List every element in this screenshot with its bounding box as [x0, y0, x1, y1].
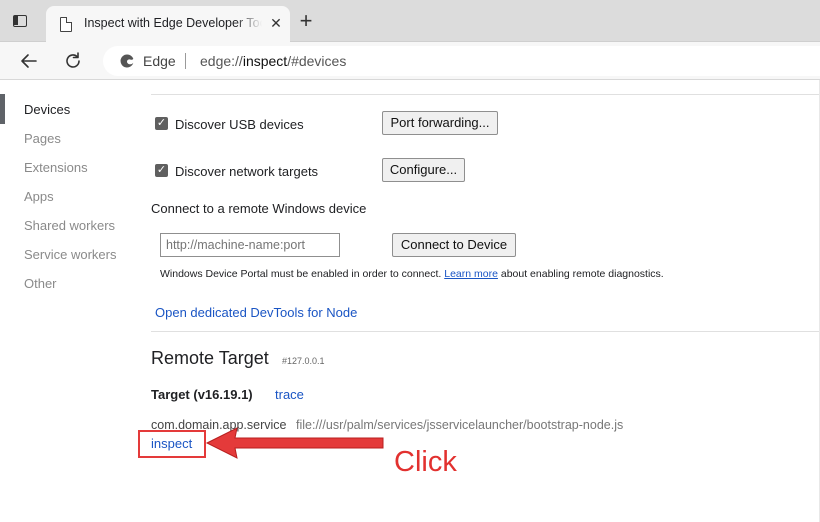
- usb-label: Discover USB devices: [175, 117, 304, 132]
- usb-checkbox[interactable]: ✓: [155, 117, 168, 130]
- site-label: Edge: [143, 53, 176, 69]
- node-devtools-link[interactable]: Open dedicated DevTools for Node: [155, 305, 357, 320]
- notice-text-tail: about enabling remote diagnostics.: [500, 268, 664, 280]
- network-checkbox[interactable]: ✓: [155, 164, 168, 177]
- inspect-page: Devices Pages Extensions Apps Shared wor…: [0, 80, 820, 522]
- sidebar: Devices Pages Extensions Apps Shared wor…: [0, 80, 140, 522]
- remote-target-address: #127.0.0.1: [282, 356, 325, 366]
- plus-icon[interactable]: +: [296, 10, 316, 32]
- address-separator: [185, 53, 186, 69]
- notice-text: Windows Device Portal must be enabled in…: [160, 268, 442, 280]
- red-arrow-icon: [205, 427, 384, 459]
- back-arrow-icon[interactable]: [18, 50, 40, 72]
- highlight-box: [138, 430, 206, 458]
- sidebar-item-shared-workers[interactable]: Shared workers: [24, 218, 115, 233]
- divider: [151, 94, 820, 95]
- url-path: /#devices: [287, 53, 347, 69]
- divider: [151, 331, 820, 332]
- close-icon[interactable]: ✕: [268, 15, 284, 31]
- sidebar-item-devices[interactable]: Devices: [24, 102, 70, 117]
- network-label: Discover network targets: [175, 164, 319, 179]
- address-bar[interactable]: Edge edge://inspect/#devices: [103, 46, 820, 76]
- remote-windows-heading: Connect to a remote Windows device: [151, 201, 367, 216]
- tab-actions-icon[interactable]: [11, 12, 29, 30]
- browser-toolbar: Edge edge://inspect/#devices: [0, 42, 820, 80]
- configure-button[interactable]: Configure...: [382, 158, 465, 182]
- sidebar-item-other[interactable]: Other: [24, 276, 57, 291]
- remote-target-title: Remote Target: [151, 348, 269, 368]
- url-host: inspect: [242, 53, 288, 69]
- click-annotation: Click: [394, 446, 457, 478]
- url-scheme: edge://: [200, 53, 243, 69]
- sidebar-item-pages[interactable]: Pages: [24, 131, 61, 146]
- tab-strip: Inspect with Edge Developer Tools ✕ +: [0, 0, 820, 42]
- browser-tab[interactable]: Inspect with Edge Developer Tools ✕: [46, 6, 290, 42]
- machine-address-input[interactable]: [160, 233, 340, 257]
- url-text[interactable]: edge://inspect/#devices: [200, 53, 346, 69]
- document-icon: [60, 17, 72, 32]
- edge-logo-icon: [119, 53, 135, 69]
- target-name: Target (v16.19.1): [151, 387, 253, 402]
- port-forwarding-button[interactable]: Port forwarding...: [382, 111, 498, 135]
- connect-to-device-button[interactable]: Connect to Device: [392, 233, 516, 257]
- sidebar-item-service-workers[interactable]: Service workers: [24, 247, 116, 262]
- refresh-icon[interactable]: [62, 50, 84, 72]
- learn-more-link[interactable]: Learn more: [444, 268, 498, 280]
- sidebar-selection-marker: [0, 94, 5, 124]
- sidebar-item-apps[interactable]: Apps: [24, 189, 54, 204]
- tab-title: Inspect with Edge Developer Tools: [84, 16, 262, 30]
- trace-link[interactable]: trace: [275, 387, 304, 402]
- sidebar-item-extensions[interactable]: Extensions: [24, 160, 88, 175]
- portal-notice: Windows Device Portal must be enabled in…: [160, 268, 664, 280]
